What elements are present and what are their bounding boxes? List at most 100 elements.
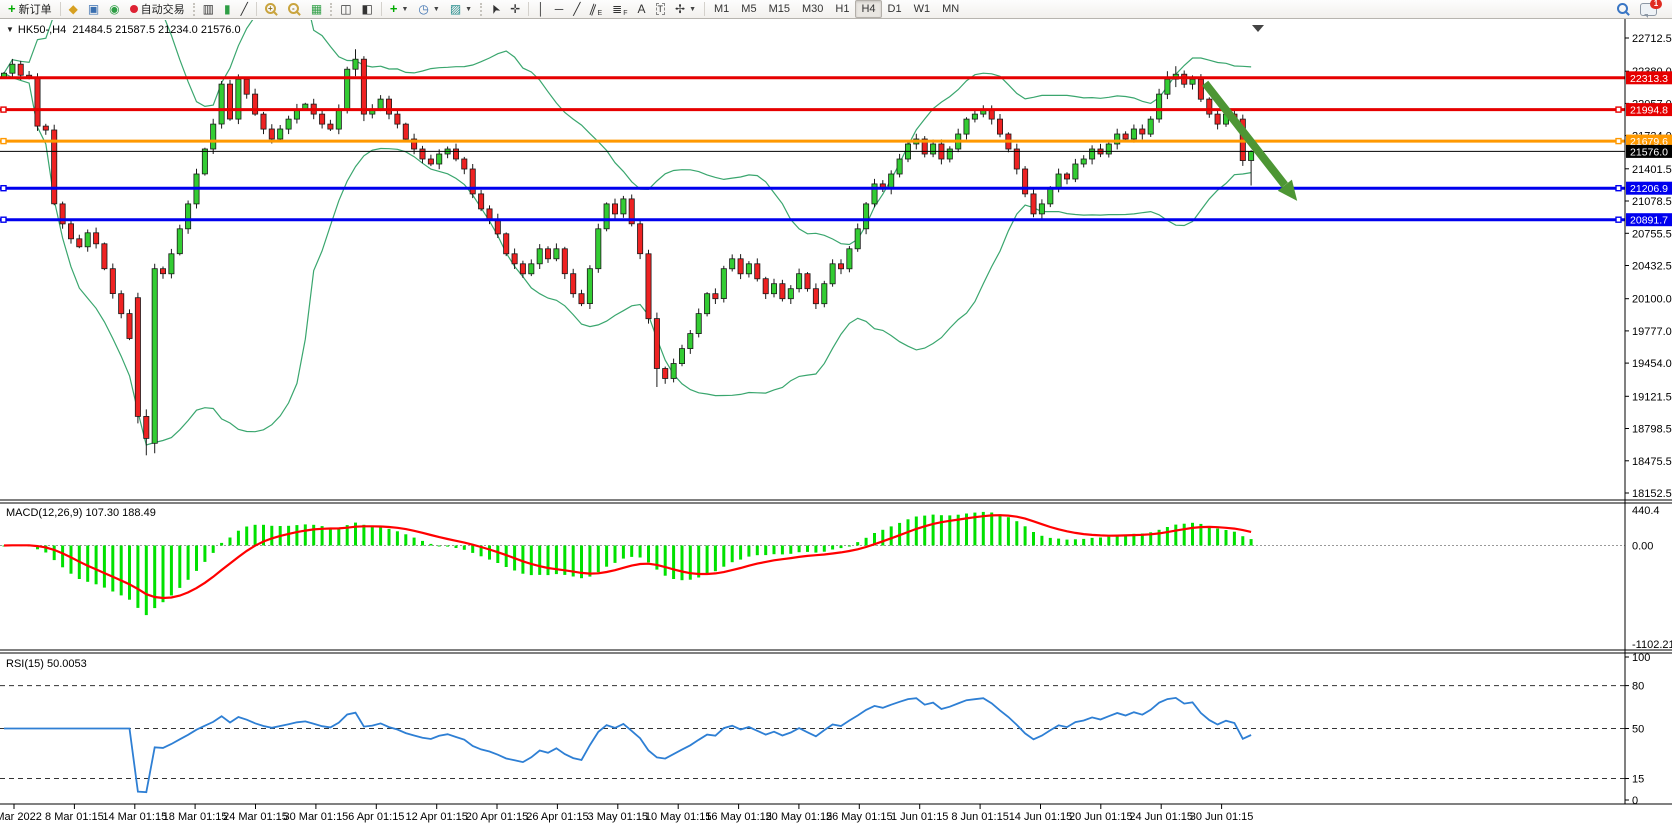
- crosshair-tool-button[interactable]: ✛: [505, 0, 525, 18]
- horizontal-line-tool-button[interactable]: ─: [550, 0, 569, 18]
- text-tool-button[interactable]: A: [633, 0, 651, 18]
- timeframe-m30-button[interactable]: M30: [796, 0, 829, 18]
- search-button[interactable]: [1612, 0, 1635, 18]
- autotrading-label: 自动交易: [141, 1, 185, 17]
- new-order-plus-icon: +: [8, 3, 16, 15]
- timeframe-m1-button[interactable]: M1: [708, 0, 735, 18]
- arrows-tool-button[interactable]: ✢▼: [670, 0, 701, 18]
- timeframe-mn-button[interactable]: MN: [936, 0, 965, 18]
- tile-windows-icon: ▦: [311, 3, 322, 15]
- svg-text:30 Jun 01:15: 30 Jun 01:15: [1190, 811, 1254, 823]
- price-tag-21206.9: 21206.9: [1626, 182, 1672, 196]
- notifications-button[interactable]: 1: [1635, 0, 1662, 18]
- channel-sub-label: E: [597, 10, 602, 17]
- current-price-tag: 21576.0: [1626, 145, 1672, 159]
- cursor-icon: ➤: [488, 2, 503, 16]
- autotrading-button[interactable]: 自动交易: [125, 0, 190, 18]
- candlestick-mode-button[interactable]: ▮: [219, 0, 236, 18]
- svg-text:22712.5: 22712.5: [1632, 33, 1672, 45]
- metaeditor-button[interactable]: ◆: [64, 0, 83, 18]
- svg-text:21206.9: 21206.9: [1630, 183, 1668, 195]
- zoom-in-icon: +: [265, 3, 278, 16]
- trendline-tool-button[interactable]: ╱: [568, 0, 585, 18]
- rsi-indicator-label: RSI(15) 50.0053: [6, 658, 87, 670]
- dropdown-caret-icon: ▼: [433, 6, 440, 13]
- chart-title: ▼HK50-,H4 21484.5 21587.5 21234.0 21576.…: [6, 24, 241, 36]
- chart-high-value: 21587.5: [115, 24, 155, 36]
- svg-text:12 Apr 01:15: 12 Apr 01:15: [406, 811, 468, 823]
- fibonacci-icon: ≣: [612, 3, 622, 15]
- auto-scroll-button[interactable]: ◫: [335, 0, 356, 18]
- svg-text:26 May 01:15: 26 May 01:15: [826, 811, 893, 823]
- templates-button[interactable]: ▨▼: [445, 0, 477, 18]
- svg-text:8 Jun 01:15: 8 Jun 01:15: [951, 811, 1009, 823]
- new-chart-button[interactable]: +▼: [385, 0, 414, 18]
- clock-icon: ◷: [418, 3, 428, 15]
- svg-text:14 Jun 01:15: 14 Jun 01:15: [1009, 811, 1073, 823]
- chart-area[interactable]: 22712.522380.022057.021734.021401.521078…: [0, 19, 1672, 826]
- terminal-icon: ▣: [88, 3, 99, 15]
- timeframe-m5-button[interactable]: M5: [735, 0, 762, 18]
- trading-terminal-window: + 新订单 ◆ ▣ ◉ 自动交易 ▥ ▮ ╱ + - ▦ ◫ ◧ +▼ ◷▼ ▨…: [0, 0, 1672, 826]
- metaeditor-icon: ◆: [69, 3, 78, 15]
- chart-svg[interactable]: 22712.522380.022057.021734.021401.521078…: [0, 19, 1672, 826]
- bar-chart-mode-button[interactable]: ▥: [198, 0, 219, 18]
- svg-text:100: 100: [1632, 652, 1650, 664]
- zoom-out-button[interactable]: -: [283, 0, 306, 18]
- text-label-tool-button[interactable]: T: [651, 0, 671, 18]
- chart-canvas[interactable]: 22712.522380.022057.021734.021401.521078…: [0, 19, 1672, 826]
- signals-icon: ◉: [109, 3, 119, 15]
- vertical-line-tool-button[interactable]: │: [532, 0, 550, 18]
- chart-collapse-icon[interactable]: ▼: [6, 25, 14, 34]
- signals-button[interactable]: ◉: [104, 0, 124, 18]
- arrows-icon: ✢: [675, 3, 685, 15]
- timeframe-h4-button[interactable]: H4: [855, 0, 881, 18]
- chat-bubble-icon: 1: [1640, 3, 1657, 16]
- tile-windows-button[interactable]: ▦: [306, 0, 327, 18]
- svg-text:8 Mar 01:15: 8 Mar 01:15: [45, 811, 104, 823]
- timeframe-m15-button[interactable]: M15: [763, 0, 796, 18]
- price-tag-21994.8: 21994.8: [1626, 103, 1672, 117]
- timeframe-d1-button[interactable]: D1: [882, 0, 908, 18]
- svg-text:80: 80: [1632, 681, 1644, 693]
- svg-text:14 Mar 01:15: 14 Mar 01:15: [102, 811, 167, 823]
- autotrading-icon: [130, 5, 138, 13]
- zoom-out-icon: -: [288, 3, 301, 16]
- svg-text:1 Jun 01:15: 1 Jun 01:15: [891, 811, 949, 823]
- svg-text:20 Jun 01:15: 20 Jun 01:15: [1069, 811, 1133, 823]
- cursor-tool-button[interactable]: ➤: [485, 0, 505, 18]
- svg-text:20891.7: 20891.7: [1630, 215, 1668, 227]
- macd-indicator-label: MACD(12,26,9) 107.30 188.49: [6, 507, 156, 519]
- timeframe-group: M1M5M15M30H1H4D1W1MN: [708, 0, 965, 18]
- toolbar-separator: [256, 2, 257, 16]
- dropdown-caret-icon: ▼: [401, 6, 408, 13]
- svg-text:19454.0: 19454.0: [1632, 358, 1672, 370]
- crosshair-icon: ✛: [510, 3, 520, 15]
- timeframe-w1-button[interactable]: W1: [908, 0, 937, 18]
- periods-button[interactable]: ◷▼: [413, 0, 444, 18]
- svg-text:19121.5: 19121.5: [1632, 391, 1672, 403]
- fibonacci-tool-button[interactable]: ≣F: [607, 0, 632, 18]
- svg-text:-1102.21: -1102.21: [1632, 639, 1672, 651]
- dropdown-caret-icon: ▼: [689, 6, 696, 13]
- timeframe-h1-button[interactable]: H1: [829, 0, 855, 18]
- svg-text:20432.5: 20432.5: [1632, 261, 1672, 273]
- search-icon: [1617, 3, 1630, 16]
- chart-shift-button[interactable]: ◧: [357, 0, 378, 18]
- candlestick-chart-icon: ▮: [224, 3, 231, 15]
- terminal-button[interactable]: ▣: [83, 0, 104, 18]
- dropdown-caret-icon: ▼: [465, 6, 472, 13]
- svg-text:50: 50: [1632, 724, 1644, 736]
- notification-badge: 1: [1650, 0, 1662, 9]
- svg-text:20 Apr 01:15: 20 Apr 01:15: [466, 811, 528, 823]
- toolbar-grip: [330, 3, 332, 16]
- new-order-button[interactable]: + 新订单: [3, 0, 57, 18]
- svg-text:15: 15: [1632, 774, 1644, 786]
- svg-text:16 May 01:15: 16 May 01:15: [705, 811, 772, 823]
- toolbar-grip: [193, 3, 195, 16]
- zoom-in-button[interactable]: +: [260, 0, 283, 18]
- channel-tool-button[interactable]: ∥E: [585, 0, 607, 18]
- main-toolbar: + 新订单 ◆ ▣ ◉ 自动交易 ▥ ▮ ╱ + - ▦ ◫ ◧ +▼ ◷▼ ▨…: [0, 0, 1672, 19]
- line-chart-mode-button[interactable]: ╱: [236, 0, 253, 18]
- svg-text:2 Mar 2022: 2 Mar 2022: [0, 811, 42, 823]
